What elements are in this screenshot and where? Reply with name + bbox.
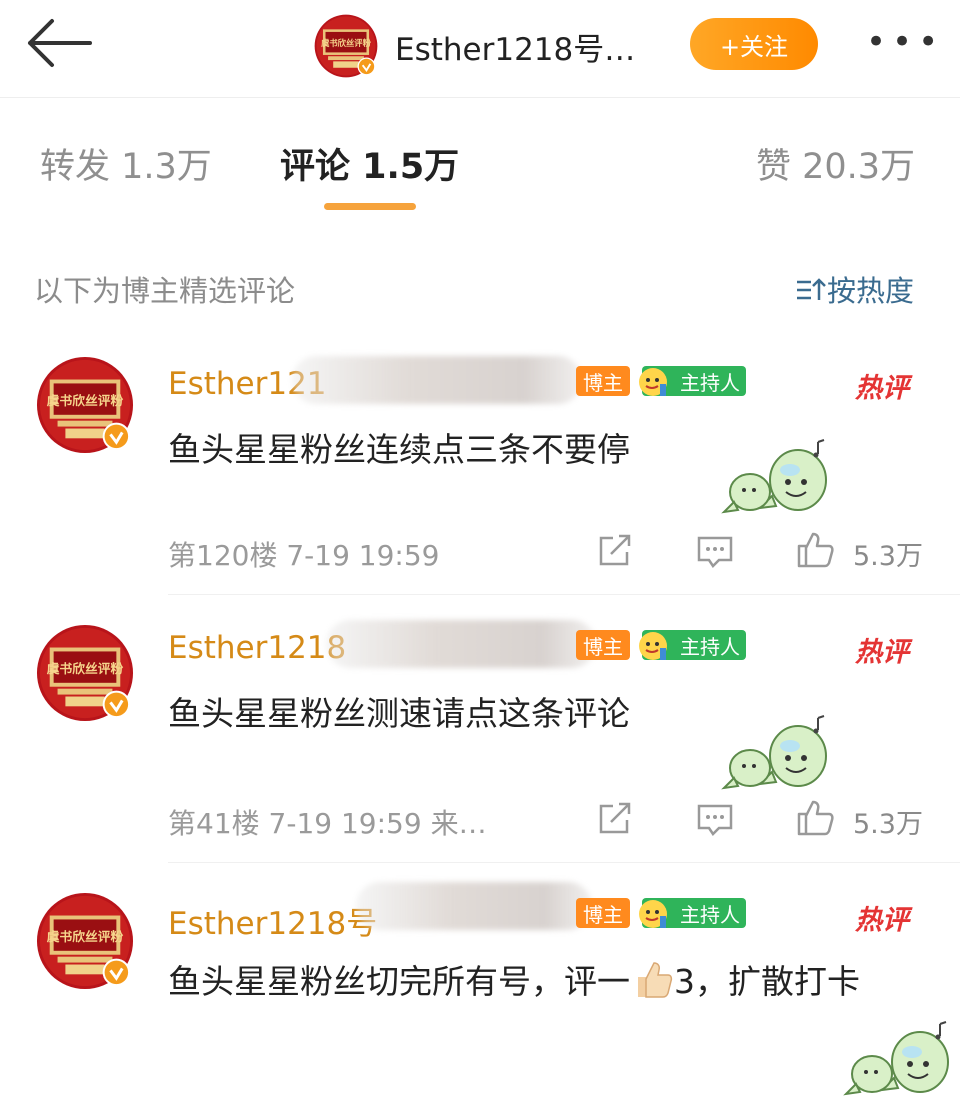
host-badge-icon bbox=[638, 899, 668, 929]
like-icon[interactable] bbox=[795, 530, 835, 568]
host-badge-label: 主持人 bbox=[680, 634, 740, 659]
thumbs-up-emoji-icon bbox=[638, 962, 673, 998]
tab-comments[interactable]: 评论 1.5万 bbox=[280, 138, 459, 189]
comment-text-part: 鱼头星星粉丝切完所有号，评一 bbox=[168, 962, 630, 1001]
comment-meta: 第41楼 7-19 19:59 来… bbox=[168, 807, 487, 840]
host-badge: 主持人 bbox=[638, 630, 746, 661]
like-count: 5.3万 bbox=[853, 809, 923, 840]
back-arrow-icon bbox=[28, 19, 92, 67]
host-badge-icon bbox=[638, 631, 668, 661]
host-badge-label: 主持人 bbox=[680, 902, 740, 927]
sort-button[interactable]: 按热度 bbox=[795, 268, 914, 310]
like-count: 5.3万 bbox=[853, 541, 923, 572]
hot-comment-tag: 热评 bbox=[855, 905, 909, 936]
comment-meta: 第120楼 7-19 19:59 bbox=[168, 539, 440, 572]
owner-badge: 博主 bbox=[576, 630, 630, 660]
author-avatar[interactable] bbox=[314, 14, 378, 78]
owner-badge: 博主 bbox=[576, 366, 630, 396]
fish-sticker-icon bbox=[723, 439, 827, 513]
active-tab-indicator bbox=[324, 203, 416, 210]
share-icon[interactable] bbox=[595, 800, 635, 838]
commenter-name[interactable]: Esther1218 bbox=[168, 630, 346, 666]
host-badge: 主持人 bbox=[638, 366, 746, 397]
comment-text: 鱼头星星粉丝切完所有号，评一 3，扩散打卡 bbox=[168, 956, 888, 1008]
sort-label: 按热度 bbox=[827, 274, 915, 308]
blurred-name-region bbox=[356, 882, 592, 930]
host-badge-icon bbox=[638, 367, 668, 397]
sort-icon bbox=[797, 278, 826, 300]
blurred-name-region bbox=[326, 620, 596, 668]
commenter-avatar[interactable] bbox=[36, 356, 134, 454]
fish-sticker-icon bbox=[723, 715, 827, 789]
back-button[interactable] bbox=[24, 18, 94, 68]
hot-comment-tag: 热评 bbox=[855, 637, 909, 668]
share-icon[interactable] bbox=[595, 532, 635, 570]
more-options-button[interactable]: ••• bbox=[866, 22, 938, 62]
author-name[interactable]: Esther1218号… bbox=[395, 24, 635, 69]
blurred-name-region bbox=[292, 356, 582, 404]
divider bbox=[168, 862, 960, 863]
section-hint: 以下为博主精选评论 bbox=[34, 274, 296, 308]
commenter-name[interactable]: Esther1218号 bbox=[168, 898, 377, 943]
tab-reposts[interactable]: 转发 1.3万 bbox=[40, 138, 212, 189]
tab-likes[interactable]: 赞 20.3万 bbox=[756, 138, 915, 189]
reply-icon[interactable] bbox=[695, 532, 735, 570]
top-bar: Esther1218号… +关注 ••• bbox=[0, 0, 960, 98]
hot-comment-tag: 热评 bbox=[855, 373, 909, 404]
host-badge-label: 主持人 bbox=[680, 370, 740, 395]
reply-icon[interactable] bbox=[695, 800, 735, 838]
follow-button[interactable]: +关注 bbox=[690, 18, 818, 70]
comment-text-part: 3，扩散打卡 bbox=[674, 962, 860, 1001]
owner-badge: 博主 bbox=[576, 898, 630, 928]
like-icon[interactable] bbox=[795, 798, 835, 836]
commenter-avatar[interactable] bbox=[36, 892, 134, 990]
host-badge: 主持人 bbox=[638, 898, 746, 929]
divider bbox=[168, 594, 960, 595]
fish-sticker-icon bbox=[845, 1021, 949, 1095]
commenter-avatar[interactable] bbox=[36, 624, 134, 722]
